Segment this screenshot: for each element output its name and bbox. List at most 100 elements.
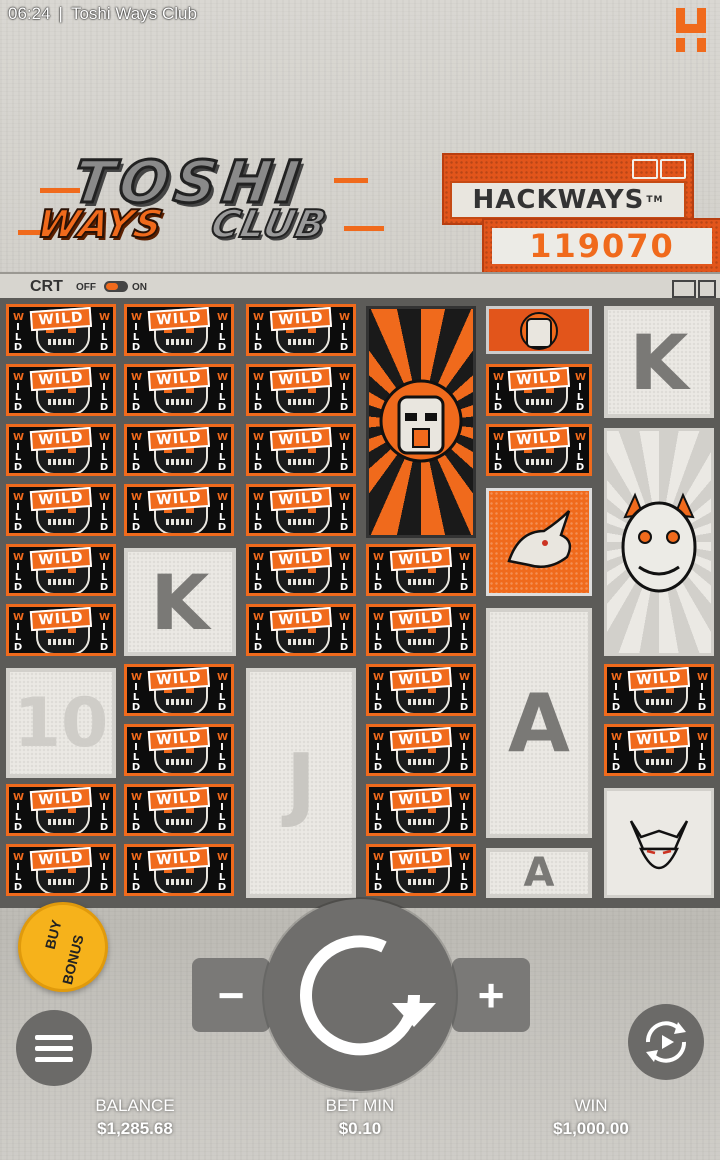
wild-side-text: WILD [131,432,143,473]
wild-label: WILD [269,367,333,392]
wild-side-text: WILD [99,372,111,413]
window-icon [632,159,658,179]
wild-label: WILD [269,307,333,332]
spin-button[interactable] [264,899,456,1091]
wild-symbol: W I L D W I L D WILD [366,664,476,716]
crt-label: CRT [30,278,63,295]
app-title: Toshi Ways Club [70,4,197,23]
wild-symbol: W I L D W I L D WILD [124,784,234,836]
wild-side-text: WILD [99,492,111,533]
wild-symbol: W I L D W I L D WILD [124,364,234,416]
wild-label: WILD [269,607,333,632]
wild-label: WILD [147,727,211,752]
wild-symbol: W I L D W I L D WILD [124,484,234,536]
wild-side-text: WILD [13,612,25,653]
crt-toggle[interactable] [104,281,128,292]
wild-label: WILD [147,667,211,692]
logo-arrow-right-2 [344,226,384,231]
decrease-bet-button[interactable]: − [192,958,270,1032]
symbol-a-2: A [486,848,592,898]
wild-label: WILD [389,667,453,692]
bet-display: BET MIN $0.10 [285,1096,435,1139]
wild-label: WILD [269,547,333,572]
robot-mask-symbol-small [486,306,592,354]
wild-label: WILD [29,607,93,632]
wild-symbol: W I L D W I L D WILD [604,664,714,716]
wild-label: WILD [29,427,93,452]
win-display: WIN $1,000.00 [516,1096,666,1139]
robot-mask-symbol [366,306,476,538]
wild-side-text: WILD [697,732,709,773]
logo-club: CLUB [206,201,331,247]
wild-side-text: WILD [339,612,351,653]
wild-side-text: WILD [253,552,265,593]
crt-bar: CRT OFF ON [0,272,720,300]
wild-symbol: W I L D W I L D WILD [246,484,356,536]
wild-side-text: WILD [493,372,505,413]
wild-side-text: WILD [339,492,351,533]
robot-icon [379,379,463,463]
logo-ways: WAYS [32,201,168,247]
wild-side-text: WILD [253,492,265,533]
wild-side-text: WILD [373,732,385,773]
wild-side-text: WILD [131,672,143,713]
wild-side-text: WILD [131,792,143,833]
wild-side-text: WILD [339,432,351,473]
symbol-j: J [246,668,356,898]
wild-symbol: W I L D W I L D WILD [124,664,234,716]
wild-side-text: WILD [131,492,143,533]
wild-symbol: W I L D W I L D WILD [124,304,234,356]
wild-side-text: WILD [99,852,111,893]
wild-symbol: W I L D W I L D WILD [366,784,476,836]
wild-symbol: W I L D W I L D WILD [246,304,356,356]
wild-side-text: WILD [611,732,623,773]
wild-side-text: WILD [217,312,229,353]
wild-label: WILD [389,727,453,752]
menu-button[interactable] [16,1010,92,1086]
bet-label: BET MIN [325,1096,395,1115]
wild-side-text: WILD [459,732,471,773]
wild-label: WILD [29,367,93,392]
dragon-symbol [486,488,592,596]
wild-symbol: W I L D W I L D WILD [6,304,116,356]
wild-label: WILD [389,547,453,572]
wild-label: WILD [389,607,453,632]
wild-side-text: WILD [131,312,143,353]
hacksaw-logo-icon [676,8,706,52]
wild-symbol: W I L D W I L D WILD [246,424,356,476]
wild-side-text: WILD [13,852,25,893]
mail-icon [660,159,686,179]
wild-side-text: WILD [13,792,25,833]
wild-symbol: W I L D W I L D WILD [6,784,116,836]
wild-label: WILD [29,787,93,812]
wild-side-text: WILD [217,792,229,833]
autoplay-button[interactable] [628,1004,704,1080]
symbol-10: 10 [6,668,116,778]
wild-side-text: WILD [99,552,111,593]
wild-label: WILD [29,847,93,872]
wild-label: WILD [29,547,93,572]
buy-bonus-button[interactable]: BUY BONUS [18,902,108,992]
wild-side-text: WILD [99,432,111,473]
wild-side-text: WILD [217,432,229,473]
wild-side-text: WILD [339,552,351,593]
wild-side-text: WILD [459,672,471,713]
wild-symbol: W I L D W I L D WILD [124,844,234,896]
wild-label: WILD [389,847,453,872]
wild-symbol: W I L D W I L D WILD [6,484,116,536]
status-bar: 06:24 | Toshi Ways Club [8,4,197,23]
wild-side-text: WILD [611,672,623,713]
wild-symbol: W I L D W I L D WILD [246,544,356,596]
wild-label: WILD [29,487,93,512]
balance-display: BALANCE $1,285.68 [60,1096,210,1139]
wild-symbol: W I L D W I L D WILD [124,724,234,776]
menu-icon [35,1034,73,1040]
wild-side-text: WILD [13,372,25,413]
increase-bet-button[interactable]: + [452,958,530,1032]
buy-bonus-line1: BUY [41,918,65,951]
wild-side-text: WILD [13,552,25,593]
oni-mask-symbol [604,428,714,656]
wild-symbol: W I L D W I L D WILD [246,604,356,656]
symbol-k: K [604,306,714,418]
wild-side-text: WILD [373,672,385,713]
